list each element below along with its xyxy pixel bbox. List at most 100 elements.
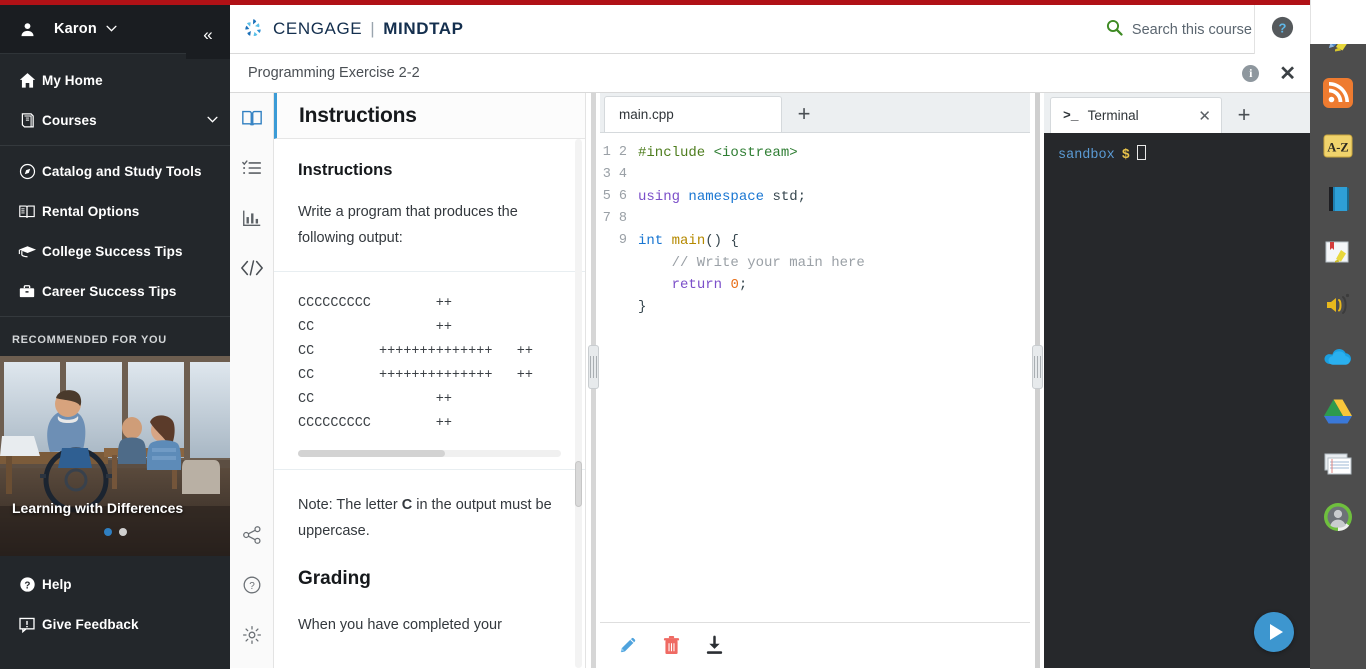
instructions-intro-section: Instructions Write a program that produc… xyxy=(274,139,585,271)
rss-feed-icon[interactable] xyxy=(1310,66,1366,119)
main-content: CENGAGE | MINDTAP Search this course ? Pro… xyxy=(230,5,1310,669)
open-book-icon xyxy=(12,203,42,220)
sidebar-item-courses[interactable]: Courses xyxy=(0,100,230,140)
onedrive-cloud-icon[interactable] xyxy=(1310,331,1366,384)
sidebar-item-help[interactable]: ? Help xyxy=(0,564,230,604)
briefcase-icon xyxy=(12,283,42,300)
panel-splitter-left[interactable] xyxy=(586,93,600,668)
book-stack-icon xyxy=(12,112,42,129)
splitter-grip[interactable] xyxy=(1032,345,1043,389)
help-circle-icon: ? xyxy=(1270,15,1295,45)
instructions-intro-text: Write a program that produces the follow… xyxy=(298,204,518,246)
sidebar-item-give-feedback[interactable]: Give Feedback xyxy=(0,604,230,644)
help-circle-outline-icon[interactable]: ? xyxy=(230,560,274,610)
pencil-icon[interactable] xyxy=(618,635,639,656)
checklist-icon[interactable] xyxy=(230,143,274,193)
code-text[interactable]: #include <iostream> using namespace std;… xyxy=(634,133,1030,622)
header-help-button[interactable]: ? xyxy=(1254,5,1310,54)
gear-icon[interactable] xyxy=(230,610,274,660)
run-button[interactable] xyxy=(1254,612,1294,652)
terminal-tab[interactable]: >_ Terminal ✕ xyxy=(1050,97,1222,133)
sidebar-item-rental-options[interactable]: Rental Options xyxy=(0,191,230,231)
scrollbar-thumb[interactable] xyxy=(298,450,446,457)
scrollbar-thumb[interactable] xyxy=(575,461,582,507)
share-icon[interactable] xyxy=(230,510,274,560)
terminal-prompt-icon: >_ xyxy=(1063,108,1079,123)
play-icon xyxy=(1269,624,1283,640)
code-area[interactable]: 1 2 3 4 5 6 7 8 9 #include <iostream> us… xyxy=(600,133,1030,622)
info-icon[interactable]: i xyxy=(1242,65,1260,82)
grading-section: Grading When you have completed your xyxy=(274,564,585,658)
promo-dots[interactable] xyxy=(0,528,230,536)
search-icon xyxy=(1106,19,1123,41)
open-book-icon[interactable] xyxy=(230,93,274,143)
sidebar-label: Help xyxy=(42,576,72,592)
terminal-output[interactable]: sandbox $ xyxy=(1044,133,1310,668)
user-icon xyxy=(12,22,42,37)
sidebar-divider xyxy=(0,316,230,317)
profile-avatar-icon[interactable] xyxy=(1310,490,1366,543)
application-window: Karon My Home Courses Catalog and Study … xyxy=(0,0,1366,669)
bar-chart-icon[interactable] xyxy=(230,193,274,243)
question-circle-icon: ? xyxy=(12,576,42,593)
promo-illustration xyxy=(0,356,230,556)
expected-output-block: CCCCCCCCC ++ CC ++ CC ++++++++++++++ ++ … xyxy=(274,272,585,444)
chevron-down-icon xyxy=(207,114,218,126)
chevron-down-icon xyxy=(106,23,117,35)
grading-text: When you have completed your xyxy=(298,617,502,633)
sidebar-collapse-button[interactable]: « xyxy=(186,10,230,59)
code-editor: main.cpp + 1 2 3 4 5 6 7 8 9 #include <i… xyxy=(600,93,1030,668)
terminal-panel: >_ Terminal ✕ + sandbox $ xyxy=(1044,93,1310,668)
editor-tab-label: main.cpp xyxy=(619,107,674,122)
cengage-pinwheel-icon xyxy=(242,17,266,41)
promo-dot[interactable] xyxy=(118,528,127,536)
terminal-prompt-symbol: $ xyxy=(1121,148,1130,163)
blue-book-icon[interactable] xyxy=(1310,172,1366,225)
svg-text:A-Z: A-Z xyxy=(1327,140,1349,154)
line-number-gutter: 1 2 3 4 5 6 7 8 9 xyxy=(600,133,634,622)
compass-icon xyxy=(12,163,42,180)
note-prefix: Note: The letter xyxy=(298,497,402,513)
activity-bar: Programming Exercise 2-2 i ✕ xyxy=(230,54,1310,93)
sidebar-item-career-success-tips[interactable]: Career Success Tips xyxy=(0,271,230,311)
sidebar-label: College Success Tips xyxy=(42,243,183,259)
logo-text: CENGAGE | MINDTAP xyxy=(273,19,464,39)
panel-splitter-right[interactable] xyxy=(1030,93,1044,668)
output-horizontal-scrollbar[interactable] xyxy=(298,450,561,457)
instructions-body[interactable]: Instructions Write a program that produc… xyxy=(274,139,585,668)
instructions-vertical-scrollbar[interactable] xyxy=(575,139,582,668)
sidebar-item-college-success-tips[interactable]: College Success Tips xyxy=(0,231,230,271)
download-icon[interactable] xyxy=(704,635,725,656)
note-highlight-icon[interactable] xyxy=(1310,225,1366,278)
search-course-button[interactable]: Search this course xyxy=(1106,5,1252,54)
activity-actions: i ✕ xyxy=(1242,54,1296,93)
sidebar-label: Give Feedback xyxy=(42,616,139,632)
promo-dot-active[interactable] xyxy=(103,528,112,536)
add-file-tab-button[interactable]: + xyxy=(782,96,826,132)
add-terminal-tab-button[interactable]: + xyxy=(1222,97,1266,133)
left-sidebar: Karon My Home Courses Catalog and Study … xyxy=(0,5,230,669)
editor-tab-main-cpp[interactable]: main.cpp xyxy=(604,96,782,132)
editor-tabstrip: main.cpp + xyxy=(600,93,1030,133)
sidebar-item-my-home[interactable]: My Home xyxy=(0,60,230,100)
flashcards-icon[interactable] xyxy=(1310,437,1366,490)
sidebar-label: My Home xyxy=(42,72,103,88)
a-z-dictionary-icon[interactable]: A-Z xyxy=(1310,119,1366,172)
code-brackets-icon[interactable] xyxy=(230,243,274,293)
instructions-panel-title: Instructions xyxy=(299,103,417,127)
recommended-promo-card[interactable]: Learning with Differences xyxy=(0,356,230,556)
cengage-logo[interactable]: CENGAGE | MINDTAP xyxy=(242,17,464,41)
read-aloud-icon[interactable] xyxy=(1310,278,1366,331)
sidebar-user-name: Karon xyxy=(54,21,97,37)
close-icon[interactable]: ✕ xyxy=(1279,64,1296,84)
google-drive-icon[interactable] xyxy=(1310,384,1366,437)
trash-icon[interactable] xyxy=(662,635,681,656)
sidebar-bottom-nav: ? Help Give Feedback xyxy=(0,556,230,644)
splitter-grip[interactable] xyxy=(588,345,599,389)
tool-rail-bottom: ? xyxy=(230,510,274,660)
sidebar-item-catalog-and-study-tools[interactable]: Catalog and Study Tools xyxy=(0,151,230,191)
sidebar-label: Rental Options xyxy=(42,203,140,219)
close-icon[interactable]: ✕ xyxy=(1198,107,1211,125)
editor-footer-toolbar xyxy=(600,622,1030,668)
note-bold-letter: C xyxy=(401,497,413,513)
